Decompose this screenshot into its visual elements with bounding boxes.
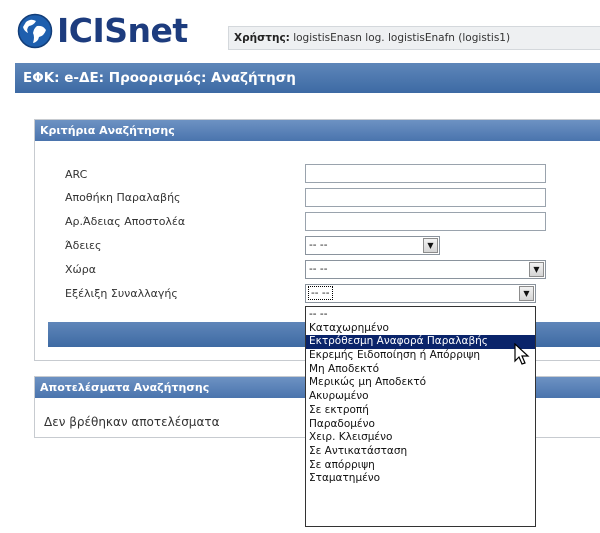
country-select[interactable]: -- -- ▼	[305, 260, 546, 279]
dropdown-option[interactable]: Σε απόρριψη	[306, 459, 535, 473]
dropdown-option[interactable]: Μερικώς μη Αποδεκτό	[306, 376, 535, 390]
sender-license-label: Αρ.Άδειας Αποστολέα	[65, 215, 186, 228]
transaction-status-select[interactable]: -- -- ▼	[305, 284, 536, 303]
licenses-select[interactable]: -- -- ▼	[305, 236, 440, 255]
dropdown-option[interactable]: Εκρεμής Ειδοποίηση ή Απόρριψη	[306, 349, 535, 363]
transaction-status-label: Εξέλιξη Συναλλαγής	[65, 287, 178, 300]
dropdown-option[interactable]: Εκτρόθεσμη Αναφορά Παραλαβής	[306, 335, 535, 350]
globe-logo-icon	[17, 13, 53, 49]
arc-label: ARC	[65, 168, 88, 181]
arc-input[interactable]	[305, 164, 546, 183]
search-criteria-header: Κριτήρια Αναζήτησης	[35, 120, 600, 141]
receiving-warehouse-input[interactable]	[305, 188, 546, 207]
app-logo-text: ICISnet	[57, 11, 188, 50]
sender-license-input[interactable]	[305, 212, 546, 231]
dropdown-option[interactable]: Χειρ. Κλεισμένο	[306, 431, 535, 445]
country-select-value: -- --	[309, 263, 328, 275]
dropdown-option[interactable]: Σταματημένο	[306, 472, 535, 486]
dropdown-option[interactable]: Σε εκτροπή	[306, 404, 535, 418]
user-info: Χρήστης: logistisEnasn log. logistisEnaf…	[228, 26, 600, 50]
app-logo: ICISnet	[17, 11, 188, 51]
dropdown-option[interactable]: Μη Αποδεκτό	[306, 363, 535, 377]
user-value: logistisEnasn log. logistisEnafn (logist…	[293, 32, 511, 44]
dropdown-option[interactable]: Παραδομένο	[306, 418, 535, 432]
dropdown-option[interactable]: Ακυρωμένο	[306, 390, 535, 404]
chevron-down-icon[interactable]: ▼	[423, 238, 438, 253]
dropdown-option[interactable]: Σε Αντικατάσταση	[306, 445, 535, 459]
licenses-select-value: -- --	[309, 239, 328, 251]
chevron-down-icon[interactable]: ▼	[519, 286, 534, 301]
mouse-pointer-icon	[514, 343, 530, 365]
dropdown-option[interactable]: Καταχωρημένο	[306, 322, 535, 336]
no-results-message: Δεν βρέθηκαν αποτελέσματα	[44, 415, 220, 429]
transaction-status-dropdown[interactable]: -- -- Καταχωρημένο Εκτρόθεσμη Αναφορά Παρα…	[305, 306, 536, 527]
dropdown-option[interactable]: -- --	[306, 308, 535, 322]
transaction-status-select-value: -- --	[308, 286, 333, 300]
country-label: Χώρα	[65, 263, 96, 276]
user-label: Χρήστης:	[234, 32, 290, 44]
licenses-label: Άδειες	[65, 239, 102, 252]
chevron-down-icon[interactable]: ▼	[529, 262, 544, 277]
page-title: ΕΦΚ: e-ΔΕ: Προορισμός: Αναζήτηση	[15, 63, 600, 93]
receiving-warehouse-label: Αποθήκη Παραλαβής	[65, 191, 181, 204]
